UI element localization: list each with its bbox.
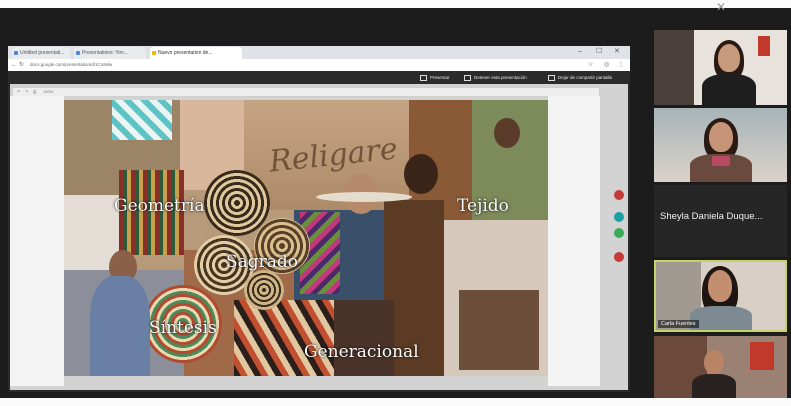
participant-tile[interactable]: [654, 336, 787, 398]
person-image: [90, 276, 150, 376]
favicon-icon: [76, 51, 80, 55]
word-tejido: Tejido: [457, 196, 509, 216]
word-generacional: Generacional: [304, 342, 419, 362]
slide-margin-right: [548, 96, 600, 386]
word-geometria: Geometría: [114, 196, 205, 216]
maximize-icon[interactable]: ☐: [596, 46, 602, 58]
top-frame: [0, 0, 791, 8]
menu-icon[interactable]: ⋮: [618, 60, 624, 70]
zoom-select[interactable]: 100%: [43, 88, 53, 96]
reload-icon[interactable]: ↻: [19, 60, 24, 70]
pen-icon[interactable]: [614, 212, 624, 222]
print-icon[interactable]: ⎙: [33, 88, 36, 96]
participant-face: [708, 270, 732, 302]
person-image: [494, 118, 520, 148]
stop-presentation-label: Detener esta presentación: [474, 75, 527, 80]
shared-screen-browser: Untitled presentati... Presentations: Yi…: [8, 46, 630, 392]
active-speaker-tile[interactable]: Carla Fuentes: [654, 260, 787, 332]
close-icon[interactable]: ✕: [712, 0, 730, 14]
slide-margin-left: [10, 96, 64, 386]
stop-icon: [464, 74, 471, 81]
share-icon: [548, 74, 555, 81]
tab-label: Untitled presentati...: [20, 50, 65, 56]
stop-sharing-label: Dejar de compartir pantalla: [558, 75, 613, 80]
present-button[interactable]: Presentar: [420, 74, 450, 81]
back-icon[interactable]: ←: [11, 60, 17, 70]
redo-icon[interactable]: ↷: [25, 88, 28, 96]
participant-body: [702, 74, 756, 105]
collage-photo: [234, 300, 334, 376]
browser-tab-bar: Untitled presentati... Presentations: Yi…: [8, 46, 630, 59]
participant-body: [690, 306, 752, 330]
participant-tile[interactable]: [654, 30, 787, 105]
minimize-icon[interactable]: –: [578, 46, 582, 58]
screen-share-bar: Presentar Detener esta presentación Deja…: [8, 71, 630, 84]
word-sagrado: Sagrado: [226, 252, 299, 272]
browser-tab-2[interactable]: Presentations: Yim...: [74, 47, 146, 59]
presenter-toolbar: [612, 190, 626, 270]
stop-share-icon[interactable]: [614, 252, 624, 262]
participant-name: Sheyla Daniela Duque...: [660, 211, 763, 222]
window-close-icon[interactable]: ✕: [614, 46, 620, 58]
extensions-icon[interactable]: ◎: [604, 60, 609, 70]
collage-photo: [112, 100, 172, 140]
record-icon[interactable]: [614, 190, 624, 200]
favicon-icon: [152, 51, 156, 55]
basket-image: [204, 170, 270, 236]
browser-tab-3[interactable]: Nuevo presentation de...: [150, 47, 242, 59]
participant-face: [709, 122, 733, 152]
address-text: docs.google.com/presentation/d/1Co9slw: [30, 62, 113, 67]
present-icon: [420, 74, 427, 81]
word-sintesis: Síntesis: [149, 318, 217, 338]
participant-name: Carla Fuentes: [658, 320, 699, 328]
tab-label: Nuevo presentation de...: [158, 50, 213, 56]
slide-toolbar: ↶ ↷ ⎙ 100%: [12, 87, 600, 97]
participant-tile[interactable]: Sheyla Daniela Duque...: [654, 185, 787, 257]
collage-photo: [334, 300, 394, 376]
star-icon[interactable]: ☆: [588, 60, 593, 70]
video-background: [758, 36, 770, 56]
person-image: [404, 154, 438, 194]
participant-face: [718, 44, 740, 72]
tab-label: Presentations: Yim...: [82, 50, 128, 56]
bottom-frame: [0, 398, 791, 406]
participant-face: [704, 350, 724, 374]
highlighter-icon[interactable]: [614, 228, 624, 238]
stop-sharing-button[interactable]: Dejar de compartir pantalla: [548, 74, 612, 81]
participant-body: [692, 374, 736, 398]
basket-image: [244, 270, 284, 310]
stop-presentation-button[interactable]: Detener esta presentación: [464, 74, 527, 81]
video-background: [750, 342, 774, 370]
collage-photo: [459, 290, 539, 370]
undo-icon[interactable]: ↶: [17, 88, 20, 96]
browser-tab-1[interactable]: Untitled presentati...: [12, 47, 70, 59]
hat-image: [316, 192, 412, 202]
participant-tile[interactable]: [654, 108, 787, 182]
moodboard-slide: Religare Geometría Tejido Sagrado Síntes…: [64, 100, 548, 376]
present-label: Presentar: [430, 75, 450, 80]
participant-scarf: [712, 156, 730, 166]
favicon-icon: [14, 51, 18, 55]
